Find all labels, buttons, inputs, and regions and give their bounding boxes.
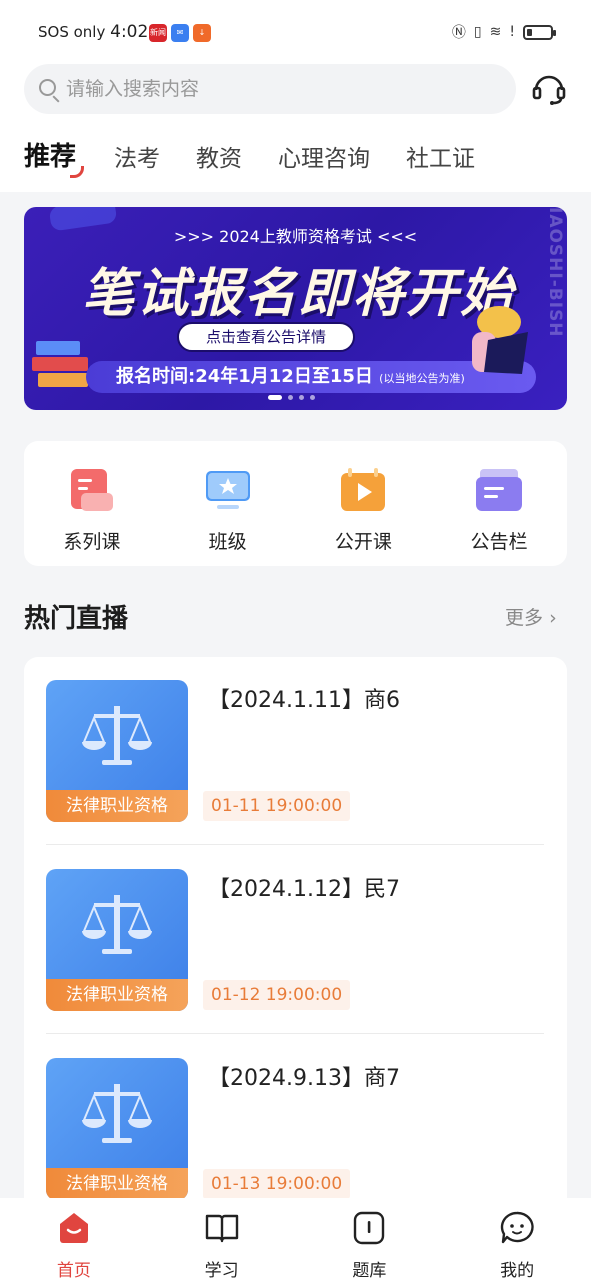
bulletin-icon	[476, 469, 523, 511]
question-bank-icon	[354, 1211, 385, 1245]
live-time-badge: 01-13 19:00:00	[203, 1169, 351, 1199]
tab-psychology[interactable]: 心理咨询	[278, 139, 370, 173]
live-title: 【2024.1.11】商6	[208, 688, 400, 713]
carousel-dot	[288, 395, 293, 400]
books-illustration	[32, 337, 96, 393]
nav-profile[interactable]: 我的	[443, 1198, 591, 1280]
search-input[interactable]	[66, 64, 496, 114]
banner-subtitle: >>> 2024上教师资格考试 <<<	[173, 227, 418, 246]
quick-entry-label: 系列课	[63, 531, 121, 553]
news-app-icon: 新闻	[149, 24, 167, 42]
vibrate-icon: ▯	[473, 24, 482, 40]
quick-entry-label: 班级	[208, 531, 247, 553]
quick-entry-panel: 系列课 班级 公开课 公告栏	[24, 441, 567, 566]
carrier-label: SOS only	[38, 23, 106, 41]
hot-live-title: 热门直播	[24, 604, 129, 634]
live-item[interactable]: 法律职业资格 【2024.9.13】商7 01-13 19:00:00	[46, 1058, 546, 1203]
nav-label: 题库	[352, 1261, 387, 1280]
banner-side-text: IAOSHI-BISH	[545, 207, 565, 338]
carousel-dot-active	[268, 395, 282, 400]
live-title: 【2024.9.13】商7	[208, 1066, 400, 1091]
live-thumbnail: 法律职业资格	[46, 680, 188, 822]
divider	[46, 844, 544, 845]
scale-icon	[82, 706, 152, 765]
category-tag: 法律职业资格	[46, 979, 188, 1011]
category-tabs: 推荐 法考 教资 心理咨询 社工证	[24, 136, 511, 178]
chevron-right-icon: ›	[549, 607, 557, 629]
promo-banner[interactable]: >>> 2024上教师资格考试 <<< 笔试报名即将开始 点击查看公告详情 报名…	[24, 207, 567, 410]
student-illustration	[472, 306, 528, 374]
tab-label: 推荐	[24, 142, 77, 172]
header: 推荐 法考 教资 心理咨询 社工证	[0, 62, 591, 192]
quick-entry-class[interactable]: 班级	[160, 441, 296, 566]
banner-date: 报名时间:24年1月12日至15日	[116, 366, 373, 387]
notification-icons: 新闻 ✉ ↓	[149, 24, 211, 42]
carousel-indicator	[268, 395, 315, 400]
more-link[interactable]: 更多 ›	[505, 603, 557, 630]
customer-service-icon[interactable]	[530, 70, 568, 108]
more-label: 更多	[505, 607, 544, 629]
bottom-nav: 首页 学习 题库 我的	[0, 1198, 591, 1280]
tab-social-work[interactable]: 社工证	[406, 139, 475, 173]
clock: 4:02	[110, 22, 149, 42]
tab-teacher-cert[interactable]: 教资	[196, 139, 242, 173]
tab-law-exam[interactable]: 法考	[114, 139, 160, 173]
quick-entry-label: 公告栏	[470, 531, 528, 553]
banner-date-note: (以当地公告为准)	[379, 372, 465, 385]
banner-detail-button[interactable]: 点击查看公告详情	[177, 322, 355, 352]
category-tag: 法律职业资格	[46, 1168, 188, 1200]
category-tag: 法律职业资格	[46, 790, 188, 822]
status-time: SOS only 4:02	[38, 22, 148, 42]
series-course-icon	[70, 469, 113, 511]
nav-label: 学习	[204, 1261, 239, 1280]
live-list: 法律职业资格 【2024.1.11】商6 01-11 19:00:00 法律职业…	[24, 657, 567, 1217]
live-time-badge: 01-11 19:00:00	[203, 791, 351, 821]
signal-alert-icon: !	[509, 24, 515, 40]
system-icons: Ⓝ ▯ ≋ !	[451, 22, 556, 42]
nav-label: 首页	[56, 1261, 91, 1280]
search-bar[interactable]	[24, 64, 516, 114]
nav-label: 我的	[500, 1261, 535, 1280]
quick-entry-bulletin[interactable]: 公告栏	[431, 441, 567, 566]
scale-icon	[82, 1084, 152, 1143]
wifi-icon: ≋	[489, 24, 502, 40]
active-tab-indicator	[70, 166, 85, 178]
class-icon	[205, 471, 250, 509]
live-item[interactable]: 法律职业资格 【2024.1.12】民7 01-12 19:00:00	[46, 869, 546, 1014]
open-course-icon	[341, 468, 386, 511]
divider	[46, 1033, 544, 1034]
carousel-dot	[310, 395, 315, 400]
status-bar: SOS only 4:02 新闻 ✉ ↓ Ⓝ ▯ ≋ !	[0, 0, 591, 62]
book-icon	[205, 1214, 238, 1243]
live-thumbnail: 法律职业资格	[46, 869, 188, 1011]
quick-entry-label: 公开课	[334, 531, 392, 553]
mail-app-icon: ✉	[171, 24, 189, 42]
live-item[interactable]: 法律职业资格 【2024.1.11】商6 01-11 19:00:00	[46, 680, 546, 825]
scale-icon	[82, 895, 152, 954]
nav-question-bank[interactable]: 题库	[296, 1198, 444, 1280]
carousel-dot	[299, 395, 304, 400]
home-icon	[59, 1213, 88, 1243]
nfc-icon: Ⓝ	[451, 25, 466, 41]
quick-entry-open-course[interactable]: 公开课	[296, 441, 432, 566]
profile-icon	[500, 1211, 534, 1244]
nav-home[interactable]: 首页	[0, 1198, 148, 1280]
tab-recommend[interactable]: 推荐	[24, 136, 85, 178]
download-app-icon: ↓	[193, 24, 211, 42]
search-icon	[39, 79, 56, 96]
live-time-badge: 01-12 19:00:00	[203, 980, 351, 1010]
live-title: 【2024.1.12】民7	[208, 877, 400, 902]
live-thumbnail: 法律职业资格	[46, 1058, 188, 1200]
battery-icon	[523, 24, 556, 40]
quick-entry-series-course[interactable]: 系列课	[24, 441, 160, 566]
nav-study[interactable]: 学习	[148, 1198, 296, 1280]
